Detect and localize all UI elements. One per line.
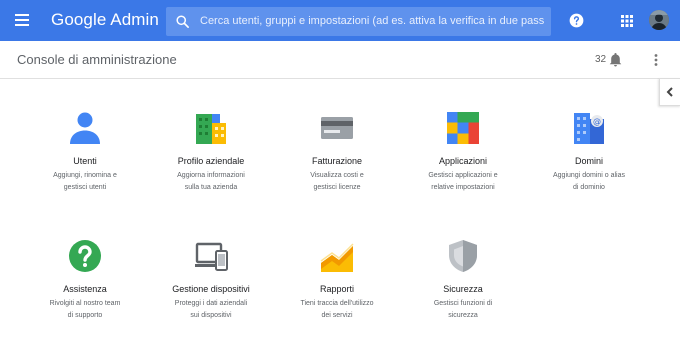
google-admin-logo[interactable]: Google Admin <box>51 10 159 30</box>
company-profile-icon <box>196 114 226 144</box>
help-icon[interactable] <box>569 13 584 28</box>
card-title: Fatturazione <box>311 156 363 166</box>
card-description: Gestisci applicazioni e relative impostaz… <box>428 172 498 191</box>
card-title: Applicazioni <box>438 156 488 166</box>
side-panel-toggle[interactable] <box>659 78 680 106</box>
card-applicazioni[interactable]: Applicazioni Gestisci applicazioni e rela… <box>403 100 523 210</box>
card-title: Gestione dispositivi <box>172 284 250 294</box>
card-description: Rivolgiti al nostro team di supporto <box>49 300 121 319</box>
domains-icon: @ <box>574 113 604 144</box>
more-vert-icon[interactable] <box>654 54 658 66</box>
card-utenti[interactable]: Utenti Aggiungi, rinomina e gestisci uten… <box>25 100 145 210</box>
menu-icon[interactable] <box>15 14 29 26</box>
card-description: Tieni traccia dell'utilizzo dei servizi <box>300 300 374 319</box>
users-icon <box>70 112 100 144</box>
bell-icon[interactable] <box>609 53 622 67</box>
reports-icon <box>320 243 354 272</box>
card-title: Profilo aziendale <box>177 156 245 166</box>
card-title: Domini <box>574 156 603 166</box>
apps-grid-icon <box>447 112 479 144</box>
card-sicurezza[interactable]: Sicurezza Gestisci funzioni di sicurezza <box>403 228 523 333</box>
card-profilo-aziendale[interactable]: Profilo aziendale Aggiorna informazioni s… <box>151 100 271 210</box>
card-description: Gestisci funzioni di sicurezza <box>433 300 493 319</box>
support-icon <box>69 240 101 272</box>
card-description: Visualizza costi e gestisci licenze <box>310 172 364 191</box>
card-description: Aggiungi domini o alias di dominio <box>553 172 625 191</box>
top-app-bar: Google Admin Cerca utenti, gruppi e impo… <box>0 0 680 41</box>
card-domini[interactable]: @ Domini Aggiungi domini o alias di domin… <box>529 100 649 210</box>
card-rapporti[interactable]: Rapporti Tieni traccia dell'utilizzo dei … <box>277 228 397 333</box>
search-icon <box>176 15 189 28</box>
chevron-left-icon <box>666 87 673 97</box>
apps-icon[interactable] <box>621 15 633 27</box>
console-header: Console di amministrazione 32 <box>0 41 680 79</box>
card-gestione-dispositivi[interactable]: Gestione dispositivi Proteggi i dati azi… <box>151 228 271 333</box>
card-title: Utenti <box>73 156 97 166</box>
billing-icon <box>321 117 353 139</box>
avatar[interactable] <box>649 10 669 30</box>
card-description: Proteggi i dati aziendali sui dispositivi <box>174 300 248 319</box>
card-description: Aggiungi, rinomina e gestisci utenti <box>53 172 117 191</box>
card-description: Aggiorna informazioni sulla tua azienda <box>177 172 245 191</box>
page-title: Console di amministrazione <box>17 52 177 67</box>
security-icon <box>449 240 477 272</box>
notification-count[interactable]: 32 <box>595 54 606 65</box>
card-title: Assistenza <box>63 284 107 294</box>
search-input[interactable]: Cerca utenti, gruppi e impostazioni (ad … <box>200 15 550 27</box>
search-box[interactable]: Cerca utenti, gruppi e impostazioni (ad … <box>166 7 551 36</box>
devices-icon <box>195 242 228 271</box>
card-assistenza[interactable]: Assistenza Rivolgiti al nostro team di su… <box>25 228 145 333</box>
card-title: Sicurezza <box>443 284 483 294</box>
svg-text:@: @ <box>593 117 601 126</box>
card-fatturazione[interactable]: Fatturazione Visualizza costi e gestisci … <box>277 100 397 210</box>
card-title: Rapporti <box>319 284 355 294</box>
